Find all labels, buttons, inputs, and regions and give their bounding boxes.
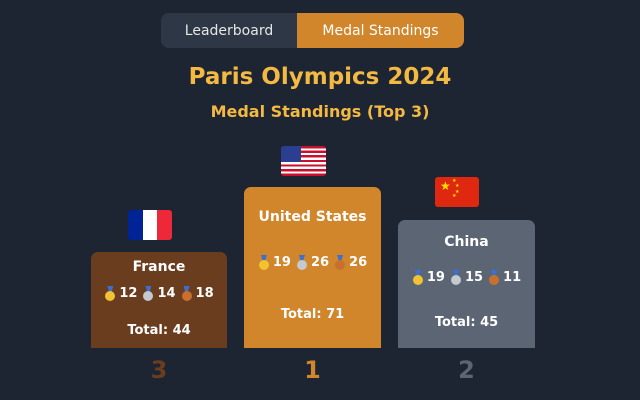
tab-leaderboard[interactable]: Leaderboard [161, 13, 297, 48]
flag-china-icon: ★ ★ ★ ★ ★ [435, 177, 479, 207]
bronze-count: 26 [349, 255, 368, 270]
country-name: China [444, 234, 489, 250]
bronze-count: 18 [195, 286, 214, 301]
medal-counts: 19 26 26 [244, 255, 381, 270]
bronze-medal-icon [488, 270, 500, 285]
tab-medal-standings[interactable]: Medal Standings [297, 13, 464, 48]
flag-france-icon [128, 210, 172, 240]
podium-block-china: China 19 15 11 Total: 45 [398, 220, 535, 348]
view-tabs: Leaderboard Medal Standings [161, 13, 464, 48]
rank-number: 1 [304, 356, 321, 384]
gold-count: 19 [426, 270, 445, 285]
total-count: Total: 44 [127, 323, 191, 338]
silver-count: 26 [310, 255, 330, 270]
gold-medal-icon [258, 255, 270, 270]
total-count: Total: 45 [434, 315, 499, 330]
bronze-count: 11 [503, 270, 522, 285]
flag-usa-icon [281, 146, 326, 176]
medal-counts: 12 14 18 [91, 286, 227, 301]
silver-medal-icon [296, 255, 308, 270]
page-subtitle: Medal Standings (Top 3) [210, 102, 430, 121]
podium-block-france: France 12 14 18 Total: 44 [91, 252, 227, 348]
total-count: Total: 71 [280, 307, 345, 322]
rank-number: 3 [150, 356, 168, 384]
bronze-medal-icon [334, 255, 346, 270]
bronze-medal-icon [181, 286, 193, 301]
page-title: Paris Olympics 2024 [188, 64, 452, 90]
medal-counts: 19 15 11 [398, 270, 535, 285]
silver-count: 14 [157, 286, 176, 301]
country-name: France [132, 259, 186, 275]
gold-medal-icon [412, 270, 424, 285]
podium-block-usa: United States 19 26 26 Total: 71 [244, 187, 381, 348]
gold-medal-icon [104, 286, 116, 301]
silver-medal-icon [450, 270, 462, 285]
silver-count: 15 [464, 270, 484, 285]
gold-count: 19 [272, 255, 291, 270]
silver-medal-icon [142, 286, 154, 301]
rank-number: 2 [458, 356, 475, 384]
country-name: United States [258, 209, 367, 225]
gold-count: 12 [119, 286, 138, 301]
